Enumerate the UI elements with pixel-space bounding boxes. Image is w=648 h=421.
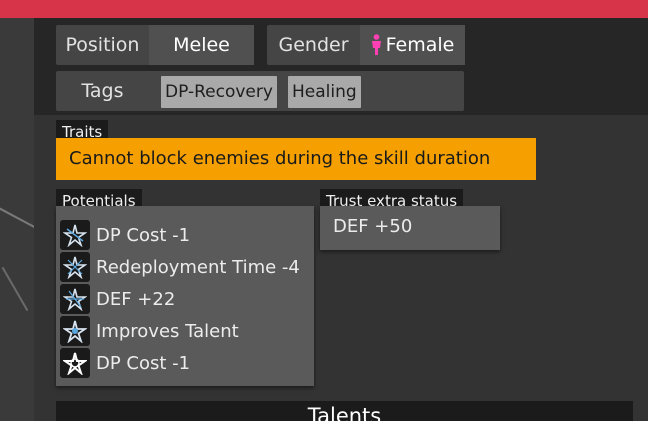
gender-value-text: Female — [385, 34, 455, 56]
list-item: DEF +22 — [60, 284, 175, 314]
list-item: DP Cost -1 — [60, 348, 190, 378]
position-field: Position Melee — [56, 25, 254, 65]
potential-3-icon — [60, 284, 90, 314]
potential-2-icon — [60, 252, 90, 282]
list-item: Improves Talent — [60, 316, 239, 346]
potential-text: Improves Talent — [96, 320, 239, 342]
list-item: DP Cost -1 — [60, 220, 190, 250]
female-icon — [371, 34, 381, 55]
potential-text: DP Cost -1 — [96, 224, 191, 246]
tags-field: Tags DP-Recovery Healing — [56, 71, 464, 111]
gender-field: Gender Female — [267, 25, 465, 65]
trait-description: Cannot block enemies during the skill du… — [56, 138, 536, 180]
background-decoration — [0, 199, 37, 229]
talents-title: Talents — [307, 404, 382, 421]
tags-label: Tags — [81, 80, 124, 102]
tag-dp-recovery[interactable]: DP-Recovery — [161, 76, 277, 108]
left-background-strip — [0, 18, 37, 421]
talents-header: Talents — [56, 401, 633, 421]
position-value: Melee — [149, 25, 254, 65]
background-decoration — [1, 266, 29, 312]
potential-5-icon — [60, 348, 90, 378]
potentials-list: DP Cost -1 Redeployment Time -4 DEF +22 … — [56, 206, 314, 386]
tag-healing[interactable]: Healing — [288, 76, 361, 108]
gender-value: Female — [360, 25, 465, 65]
potential-text: DEF +22 — [96, 288, 176, 310]
potential-4-icon — [60, 316, 90, 346]
gender-label: Gender — [278, 34, 349, 56]
potential-text: DP Cost -1 — [96, 352, 191, 374]
list-item: Redeployment Time -4 — [60, 252, 300, 282]
potential-text: Redeployment Time -4 — [96, 256, 300, 278]
position-label: Position — [65, 34, 140, 56]
potential-1-icon — [60, 220, 90, 250]
trust-value: DEF +50 — [320, 206, 500, 250]
top-accent-bar — [0, 0, 648, 18]
